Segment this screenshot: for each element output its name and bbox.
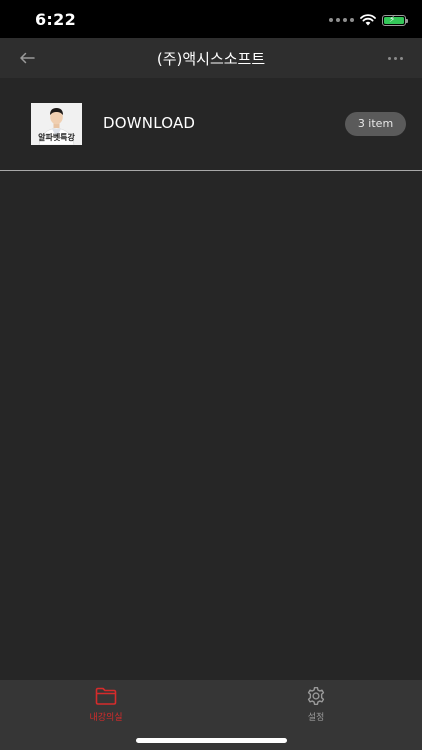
thumbnail-caption: 알파벳특강 bbox=[38, 133, 75, 142]
app-screen: 6:22 ⚡ (주)액시스소프트 알파벳특강 DOWNLOAD 3 item 내… bbox=[0, 0, 422, 750]
gear-icon bbox=[307, 686, 325, 706]
tab-bar: 내강의실 설정 bbox=[0, 680, 422, 750]
status-time: 6:22 bbox=[35, 10, 76, 29]
navigation-bar: (주)액시스소프트 bbox=[0, 38, 422, 78]
tab-label: 내강의실 bbox=[89, 713, 123, 723]
item-count-badge: 3 item bbox=[345, 112, 406, 136]
status-icons: ⚡ bbox=[329, 12, 408, 28]
tab-settings[interactable]: 설정 bbox=[256, 686, 376, 726]
wifi-icon bbox=[360, 14, 376, 26]
tab-label: 설정 bbox=[307, 713, 325, 723]
folder-list: 알파벳특강 DOWNLOAD 3 item bbox=[0, 78, 422, 680]
signal-dots-icon bbox=[329, 18, 354, 22]
home-indicator[interactable] bbox=[136, 738, 287, 743]
battery-charging-icon: ⚡ bbox=[382, 14, 408, 26]
folder-name: DOWNLOAD bbox=[103, 114, 196, 132]
folder-thumbnail: 알파벳특강 bbox=[31, 103, 82, 145]
folder-item-download[interactable]: 알파벳특강 DOWNLOAD 3 item bbox=[0, 78, 422, 171]
page-title: (주)액시스소프트 bbox=[156, 50, 266, 68]
more-dots-icon bbox=[387, 56, 391, 60]
status-bar: 6:22 ⚡ bbox=[0, 0, 422, 38]
tab-my-classroom[interactable]: 내강의실 bbox=[46, 686, 166, 726]
more-options-button[interactable] bbox=[384, 48, 406, 68]
folder-icon bbox=[95, 687, 117, 705]
